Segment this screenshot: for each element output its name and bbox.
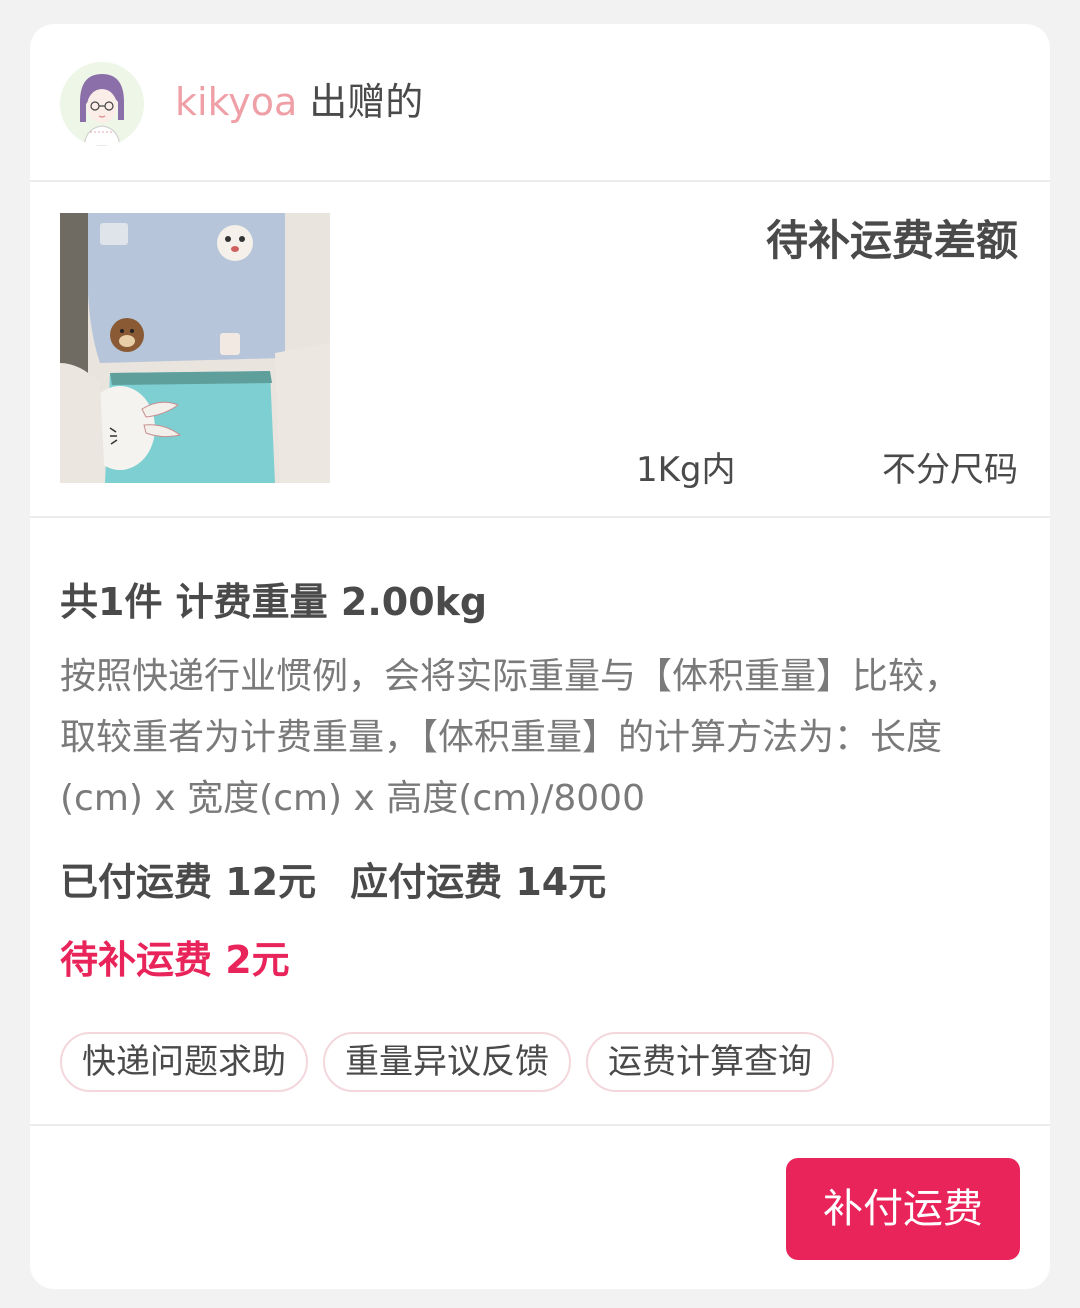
header-text: kikyoa 出赠的 — [175, 74, 423, 130]
weight-explanation: 按照快递行业惯例，会将实际重量与【体积重量】比较，取较重者为计费重量，【体积重量… — [60, 656, 961, 819]
product-weight: 1Kg内 — [636, 450, 736, 490]
paid-fee: 已付运费 12元 — [60, 860, 317, 904]
required-fee: 应付运费 14元 — [350, 860, 607, 904]
due-fee: 待补运费 2元 — [60, 938, 290, 982]
item-summary: 共1件 计费重量 2.00kg — [60, 580, 488, 624]
tag-shipping-help[interactable]: 快递问题求助 — [60, 1032, 308, 1092]
avatar-illustration — [60, 62, 144, 146]
user-name[interactable]: kikyoa — [175, 80, 297, 124]
divider — [30, 1124, 1050, 1126]
gift-label: 出赠的 — [309, 80, 424, 124]
product-image[interactable] — [60, 213, 330, 483]
product-size: 不分尺码 — [882, 450, 1018, 490]
product-row: 待补运费差额 1Kg内 不分尺码 — [30, 184, 1050, 516]
product-photo — [60, 213, 330, 483]
avatar[interactable] — [60, 62, 144, 146]
tag-weight-dispute[interactable]: 重量异议反馈 — [323, 1032, 571, 1092]
order-card: kikyoa 出赠的 待补运费差额 1Kg内 不分尺码 共1件 计费重量 2.0… — [30, 24, 1050, 1289]
product-title: 待补运费差额 — [765, 216, 1018, 265]
fee-summary: 已付运费 12元 应付运费 14元 — [60, 854, 606, 910]
card-header: kikyoa 出赠的 — [30, 24, 1050, 180]
divider — [30, 180, 1050, 182]
pay-shipping-button[interactable]: 补付运费 — [786, 1158, 1020, 1260]
help-tags: 快递问题求助 重量异议反馈 运费计算查询 — [60, 1032, 849, 1092]
divider — [30, 516, 1050, 518]
tag-fee-calculation[interactable]: 运费计算查询 — [586, 1032, 834, 1092]
